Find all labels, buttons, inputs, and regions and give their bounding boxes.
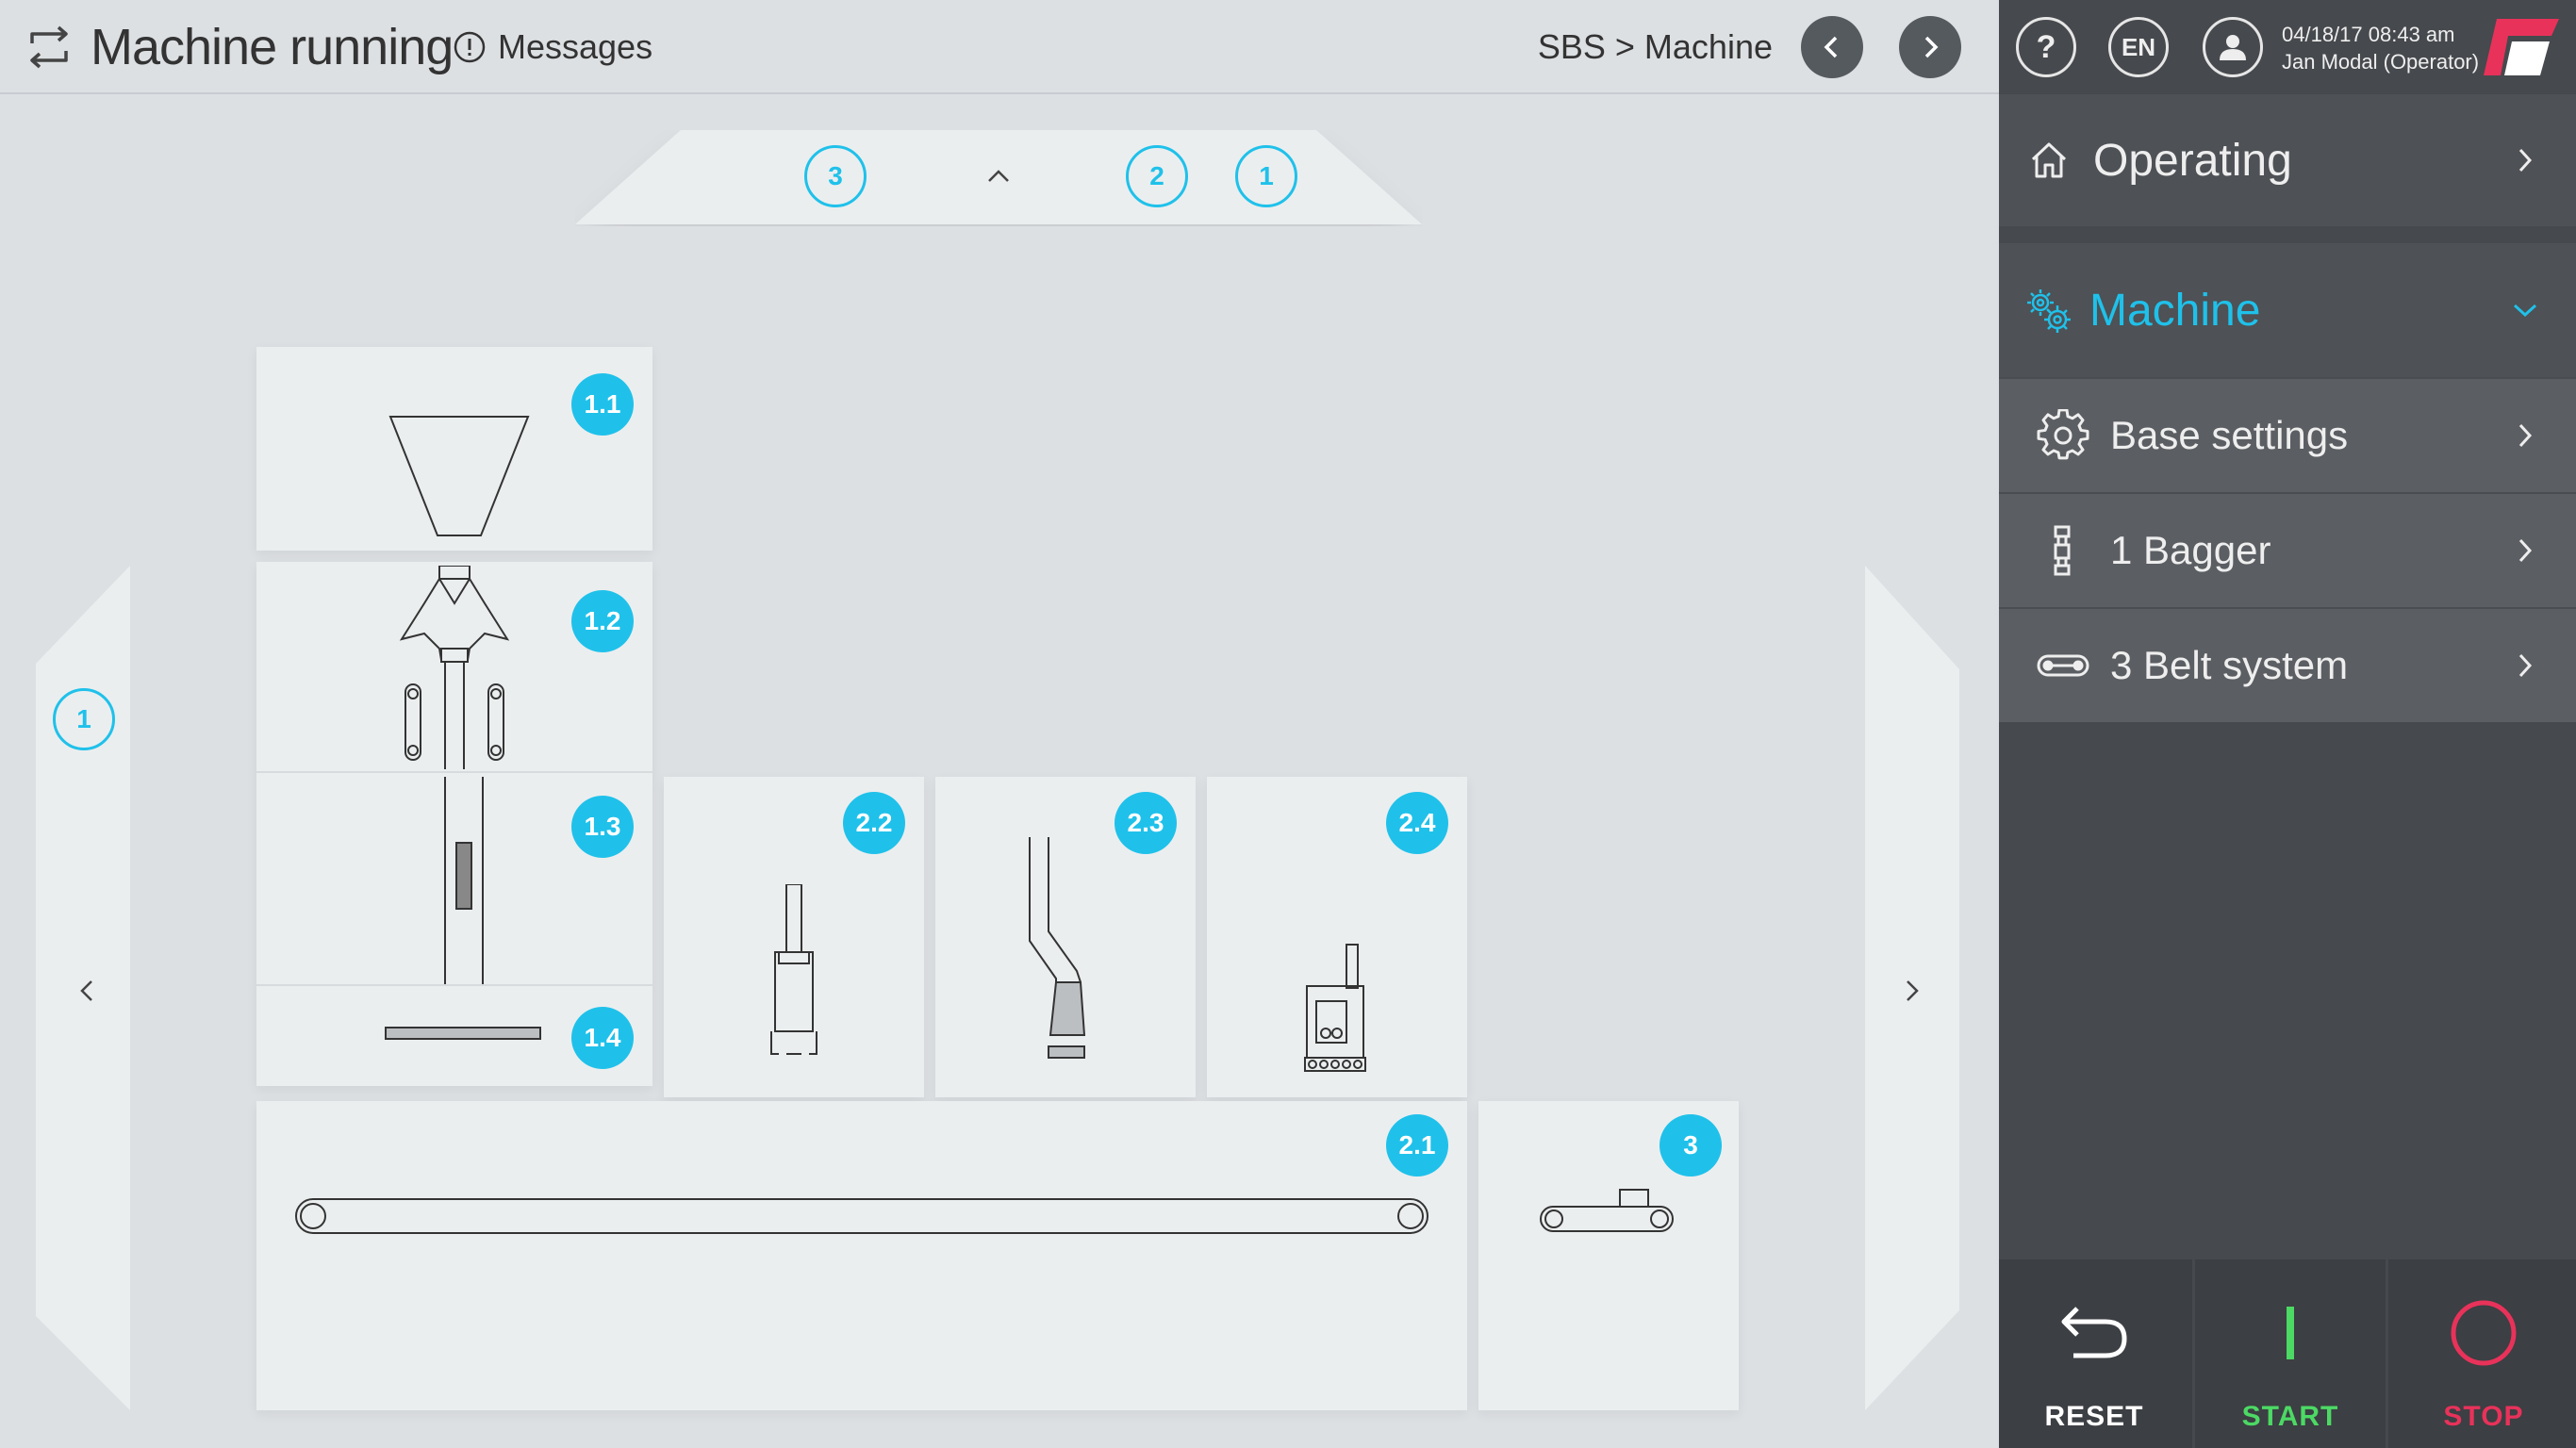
top-tray: 3 2 1 <box>575 130 1422 226</box>
stop-label: STOP <box>2443 1401 2524 1432</box>
home-icon <box>2031 142 2067 178</box>
right-tray <box>1865 566 1963 1410</box>
chevron-right-icon <box>2518 653 2533 678</box>
module-badge-2-2: 2.2 <box>843 792 905 854</box>
chevron-right-icon <box>1924 36 1939 58</box>
menu-item-label: 3 Belt system <box>2110 643 2349 687</box>
avatar[interactable] <box>2203 17 2263 77</box>
reset-button[interactable]: RESET <box>1999 1259 2189 1448</box>
language-button[interactable]: EN <box>2108 17 2169 77</box>
help-button[interactable]: ? <box>2016 17 2076 77</box>
module-2-1[interactable]: 2.1 <box>256 1101 1467 1410</box>
undo-icon <box>2061 1307 2127 1358</box>
user-name-label: Jan Modal (Operator) <box>2282 50 2480 74</box>
user-icon <box>2220 35 2246 60</box>
breadcrumb[interactable]: SBS > Machine <box>1538 21 1773 74</box>
menu-item-label: Base settings <box>2110 413 2349 457</box>
menu-item-bagger[interactable]: 1 Bagger <box>1999 492 2576 607</box>
reset-label: RESET <box>2044 1401 2144 1432</box>
start-label: START <box>2241 1401 2339 1432</box>
module-2-3[interactable]: 2.3 <box>935 777 1196 1097</box>
chevron-down-icon <box>2513 304 2537 318</box>
back-button[interactable] <box>1801 16 1863 78</box>
menu-operating[interactable]: Operating <box>1999 94 2576 226</box>
refresh-icon[interactable] <box>23 21 75 74</box>
module-1-2-1-4: 1.2 1.3 1.4 <box>256 562 652 1086</box>
module-badge-1-2[interactable]: 1.2 <box>571 590 634 652</box>
chevron-left-icon[interactable] <box>74 977 102 1005</box>
pusher-illustration <box>770 884 817 1055</box>
chevron-right-icon[interactable] <box>1897 977 1925 1005</box>
tray-badge-2[interactable]: 2 <box>1126 145 1188 207</box>
messages-label: Messages <box>498 27 653 66</box>
module-badge-1-4[interactable]: 1.4 <box>571 1007 634 1069</box>
module-badge-2-4: 2.4 <box>1386 792 1448 854</box>
divider <box>256 984 652 986</box>
user-info: 04/18/17 08:43 am Jan Modal (Operator) <box>2282 21 2479 75</box>
conveyor-belt-illustration <box>295 1198 1428 1234</box>
datetime-label: 04/18/17 08:43 am <box>2282 23 2455 46</box>
gears-icon <box>2027 289 2071 333</box>
left-tray-badge-1[interactable]: 1 <box>53 688 115 750</box>
tray-badge-3[interactable]: 3 <box>804 145 867 207</box>
divider <box>256 771 652 773</box>
module-badge-1-3[interactable]: 1.3 <box>571 796 634 858</box>
module-2-4[interactable]: 2.4 <box>1207 777 1467 1097</box>
stop-button[interactable]: STOP <box>2386 1259 2576 1448</box>
module-badge-3: 3 <box>1660 1114 1722 1176</box>
module-3[interactable]: 3 <box>1478 1101 1739 1410</box>
stop-icon <box>2451 1300 2517 1366</box>
menu-machine-label: Machine <box>2089 285 2261 336</box>
messages-button[interactable]: Messages <box>453 21 652 74</box>
hopper-illustration <box>388 416 530 536</box>
menu-item-belt-system[interactable]: 3 Belt system <box>1999 607 2576 722</box>
page-title: Machine running <box>91 19 454 75</box>
brand-logo-icon <box>2484 19 2559 75</box>
module-2-2[interactable]: 2.2 <box>664 777 924 1097</box>
tray-badge-1[interactable]: 1 <box>1235 145 1297 207</box>
user-header: ? EN 04/18/17 08:43 am Jan Modal (Operat… <box>1999 0 2576 94</box>
belt-icon <box>2037 654 2089 677</box>
printer-unit-illustration <box>1304 944 1366 1072</box>
menu-item-base-settings[interactable]: Base settings <box>1999 377 2576 492</box>
bagger-head-illustration[interactable] <box>398 566 511 769</box>
action-bar: RESET START STOP <box>1999 1259 2576 1448</box>
short-belt-illustration <box>1540 1189 1674 1232</box>
forward-button[interactable] <box>1899 16 1961 78</box>
chevron-right-icon <box>2518 423 2533 448</box>
start-icon <box>2287 1307 2294 1359</box>
module-badge-1-1: 1.1 <box>571 373 634 436</box>
bagger-icon <box>2054 525 2071 576</box>
filling-tube-illustration[interactable] <box>440 777 487 984</box>
gear-icon <box>2037 409 2089 460</box>
chevron-left-icon <box>1824 36 1838 58</box>
chute-illustration <box>1029 837 1086 1059</box>
left-tray: 1 <box>36 566 134 1410</box>
module-badge-2-3: 2.3 <box>1115 792 1177 854</box>
start-button[interactable]: START <box>2192 1259 2383 1448</box>
side-panel: ? EN 04/18/17 08:43 am Jan Modal (Operat… <box>1999 0 2576 1448</box>
module-badge-2-1: 2.1 <box>1386 1114 1448 1176</box>
alert-icon <box>454 31 486 63</box>
chevron-right-icon <box>2518 148 2533 173</box>
menu-machine[interactable]: Machine <box>1999 243 2576 377</box>
base-plate-illustration[interactable] <box>385 1026 541 1041</box>
chevron-up-icon[interactable] <box>984 162 1013 190</box>
chevron-right-icon <box>2518 538 2533 563</box>
module-1-1[interactable]: 1.1 <box>256 347 652 551</box>
top-bar: Machine running Messages SBS > Machine <box>0 0 1999 94</box>
menu-operating-label: Operating <box>2093 135 2292 186</box>
menu-item-label: 1 Bagger <box>2110 528 2271 572</box>
